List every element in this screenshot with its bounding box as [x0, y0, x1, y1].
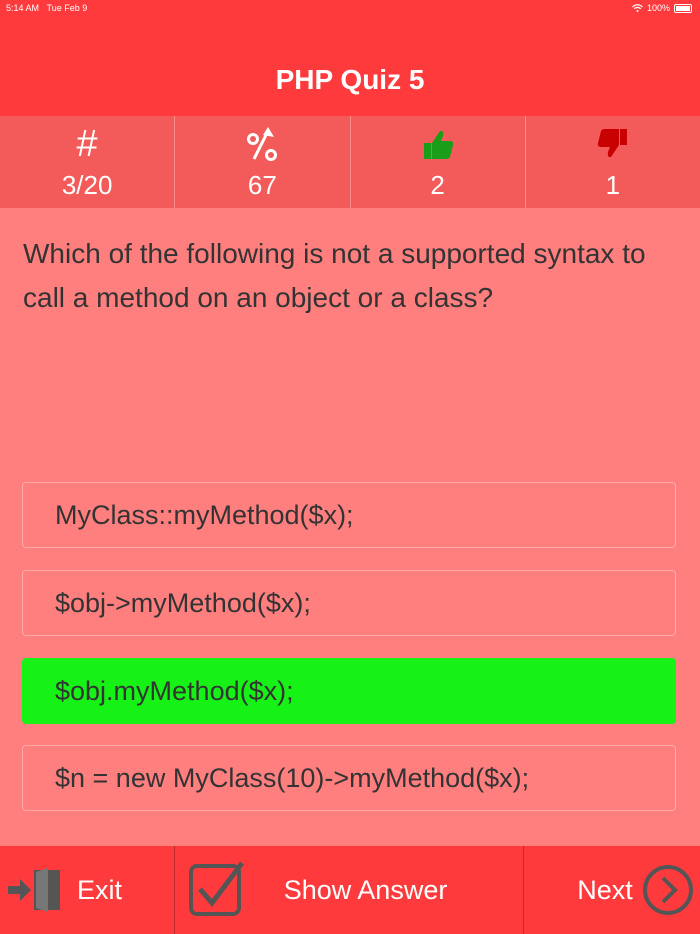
battery-icon: [674, 3, 692, 13]
chevron-right-circle-icon: [643, 865, 694, 915]
date-text: Tue Feb 9: [46, 3, 88, 13]
thumbs-up-icon: [351, 124, 525, 164]
correct-count: 2: [430, 170, 445, 200]
stat-percent: 67: [175, 116, 351, 208]
next-label: Next: [577, 875, 633, 905]
answer-option-2[interactable]: $obj->myMethod($x);: [22, 570, 676, 636]
time-text: 5:14 AM: [6, 3, 40, 13]
stat-question-number: # 3/20: [0, 116, 176, 208]
exit-label: Exit: [77, 875, 123, 905]
stats-bar: # 3/20 67 2 1: [0, 116, 700, 208]
show-answer-button[interactable]: Show Answer: [175, 846, 525, 934]
wrong-count: 1: [605, 170, 621, 200]
wifi-icon: [632, 4, 643, 12]
page-title: PHP Quiz 5: [275, 64, 425, 95]
answer-option-1[interactable]: MyClass::myMethod($x);: [22, 482, 676, 548]
show-answer-label: Show Answer: [283, 875, 448, 905]
answer-option-3-correct[interactable]: $obj.myMethod($x);: [22, 658, 676, 724]
percent-up-icon: [175, 124, 349, 164]
battery-text: 100%: [646, 3, 670, 13]
percent-value: 67: [247, 170, 277, 200]
status-time: 5:14 AM Tue Feb 9: [6, 3, 87, 13]
checkbox-checked-icon: [188, 861, 244, 916]
status-bar: 5:14 AM Tue Feb 9 100%: [0, 0, 700, 16]
question-text: Which of the following is not a supporte…: [23, 238, 646, 313]
stat-correct: 2: [351, 116, 526, 208]
status-right: 100%: [632, 3, 692, 13]
hash-symbol: #: [76, 122, 98, 165]
thumbs-down-icon: [526, 124, 700, 164]
exit-button[interactable]: Exit: [0, 846, 175, 934]
answer-option-4[interactable]: $n = new MyClass(10)->myMethod($x);: [22, 745, 676, 811]
app-header: PHP Quiz 5: [0, 16, 700, 116]
stat-wrong: 1: [526, 116, 700, 208]
question-counter: 3/20: [61, 170, 113, 200]
hash-icon: #: [0, 122, 174, 165]
bottom-toolbar: Exit Show Answer Next: [0, 846, 700, 934]
next-button[interactable]: Next: [524, 846, 700, 934]
exit-door-icon: [8, 868, 60, 912]
